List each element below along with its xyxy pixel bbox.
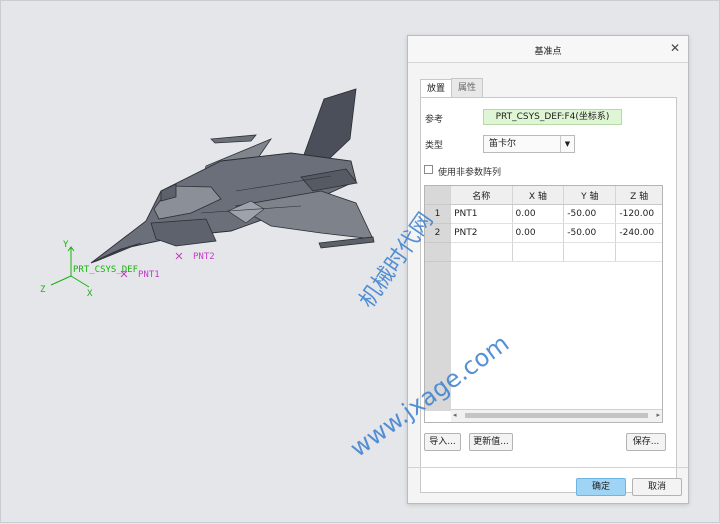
csys-label: PRT_CSYS_DEF	[73, 265, 138, 275]
placement-panel: 参考 PRT_CSYS_DEF:F4(坐标系) 类型 笛卡尔 ▼ 使用非参数阵列…	[420, 97, 677, 493]
pnt1-label: PNT1	[138, 270, 160, 280]
update-values-button[interactable]: 更新值...	[469, 433, 513, 451]
axis-x-label: X	[87, 289, 93, 299]
col-y[interactable]: Y 轴	[563, 186, 617, 205]
cell-x[interactable]: 0.00	[512, 223, 565, 243]
point-table-grid: 名称 X 轴 Y 轴 Z 轴 1 PNT1 0.00 -50.00 -120.0…	[425, 186, 662, 262]
cell-y[interactable]: -50.00	[563, 204, 617, 224]
col-x[interactable]: X 轴	[512, 186, 565, 205]
table-row[interactable]: 2 PNT2 0.00 -50.00 -240.00	[425, 223, 662, 243]
dialog-title: 基准点	[534, 47, 562, 57]
close-icon[interactable]: ✕	[670, 41, 680, 55]
cell-empty[interactable]	[563, 242, 617, 262]
type-select-value: 笛卡尔	[489, 139, 517, 149]
cell-y[interactable]: -50.00	[563, 223, 617, 243]
cell-z[interactable]: -120.00	[615, 204, 662, 224]
horizontal-scrollbar[interactable]: ◂ ▸	[451, 409, 662, 422]
type-select[interactable]: 笛卡尔 ▼	[483, 135, 575, 153]
row-index-empty	[425, 242, 452, 262]
tab-properties[interactable]: 属性	[451, 78, 484, 97]
col-z[interactable]: Z 轴	[615, 186, 662, 205]
table-header-row: 名称 X 轴 Y 轴 Z 轴	[425, 186, 662, 205]
reference-label: 参考	[425, 115, 444, 125]
scroll-right-icon[interactable]: ▸	[656, 411, 660, 419]
cell-name[interactable]: PNT2	[450, 223, 513, 243]
cell-empty[interactable]	[615, 242, 662, 262]
table-row[interactable]: 1 PNT1 0.00 -50.00 -120.00	[425, 204, 662, 224]
ok-button[interactable]: 确定	[576, 478, 626, 496]
pnt2-label: PNT2	[193, 252, 215, 262]
tab-bar: 放置 属性	[420, 78, 484, 98]
datum-point-dialog: 基准点 ✕ 放置 属性 参考 PRT_CSYS_DEF:F4(坐标系) 类型 笛卡…	[407, 35, 689, 504]
axis-z-label: Z	[40, 285, 46, 295]
type-label: 类型	[425, 141, 444, 151]
nonparametric-array-checkbox[interactable]	[424, 165, 433, 174]
table-row-empty[interactable]	[425, 242, 662, 262]
cell-empty[interactable]	[512, 242, 565, 262]
col-name[interactable]: 名称	[450, 186, 513, 205]
scroll-left-icon[interactable]: ◂	[453, 411, 457, 419]
save-button[interactable]: 保存...	[626, 433, 666, 451]
nonparametric-array-label: 使用非参数阵列	[438, 168, 502, 178]
corner-cell	[425, 186, 452, 205]
chevron-down-icon: ▼	[560, 136, 574, 152]
cell-z[interactable]: -240.00	[615, 223, 662, 243]
cell-x[interactable]: 0.00	[512, 204, 565, 224]
cell-name[interactable]: PNT1	[450, 204, 513, 224]
aircraft-shape[interactable]	[90, 88, 375, 264]
dialog-titlebar[interactable]: 基准点 ✕	[408, 36, 688, 63]
reference-field[interactable]: PRT_CSYS_DEF:F4(坐标系)	[483, 109, 622, 125]
axis-y-label: Y	[63, 240, 69, 250]
import-button[interactable]: 导入...	[424, 433, 461, 451]
pnt2-marker[interactable]	[175, 252, 183, 260]
cell-empty[interactable]	[450, 242, 513, 262]
scroll-thumb[interactable]	[465, 413, 648, 418]
tab-placement[interactable]: 放置	[420, 79, 453, 98]
cancel-button[interactable]: 取消	[632, 478, 682, 496]
footer-divider	[408, 467, 688, 468]
